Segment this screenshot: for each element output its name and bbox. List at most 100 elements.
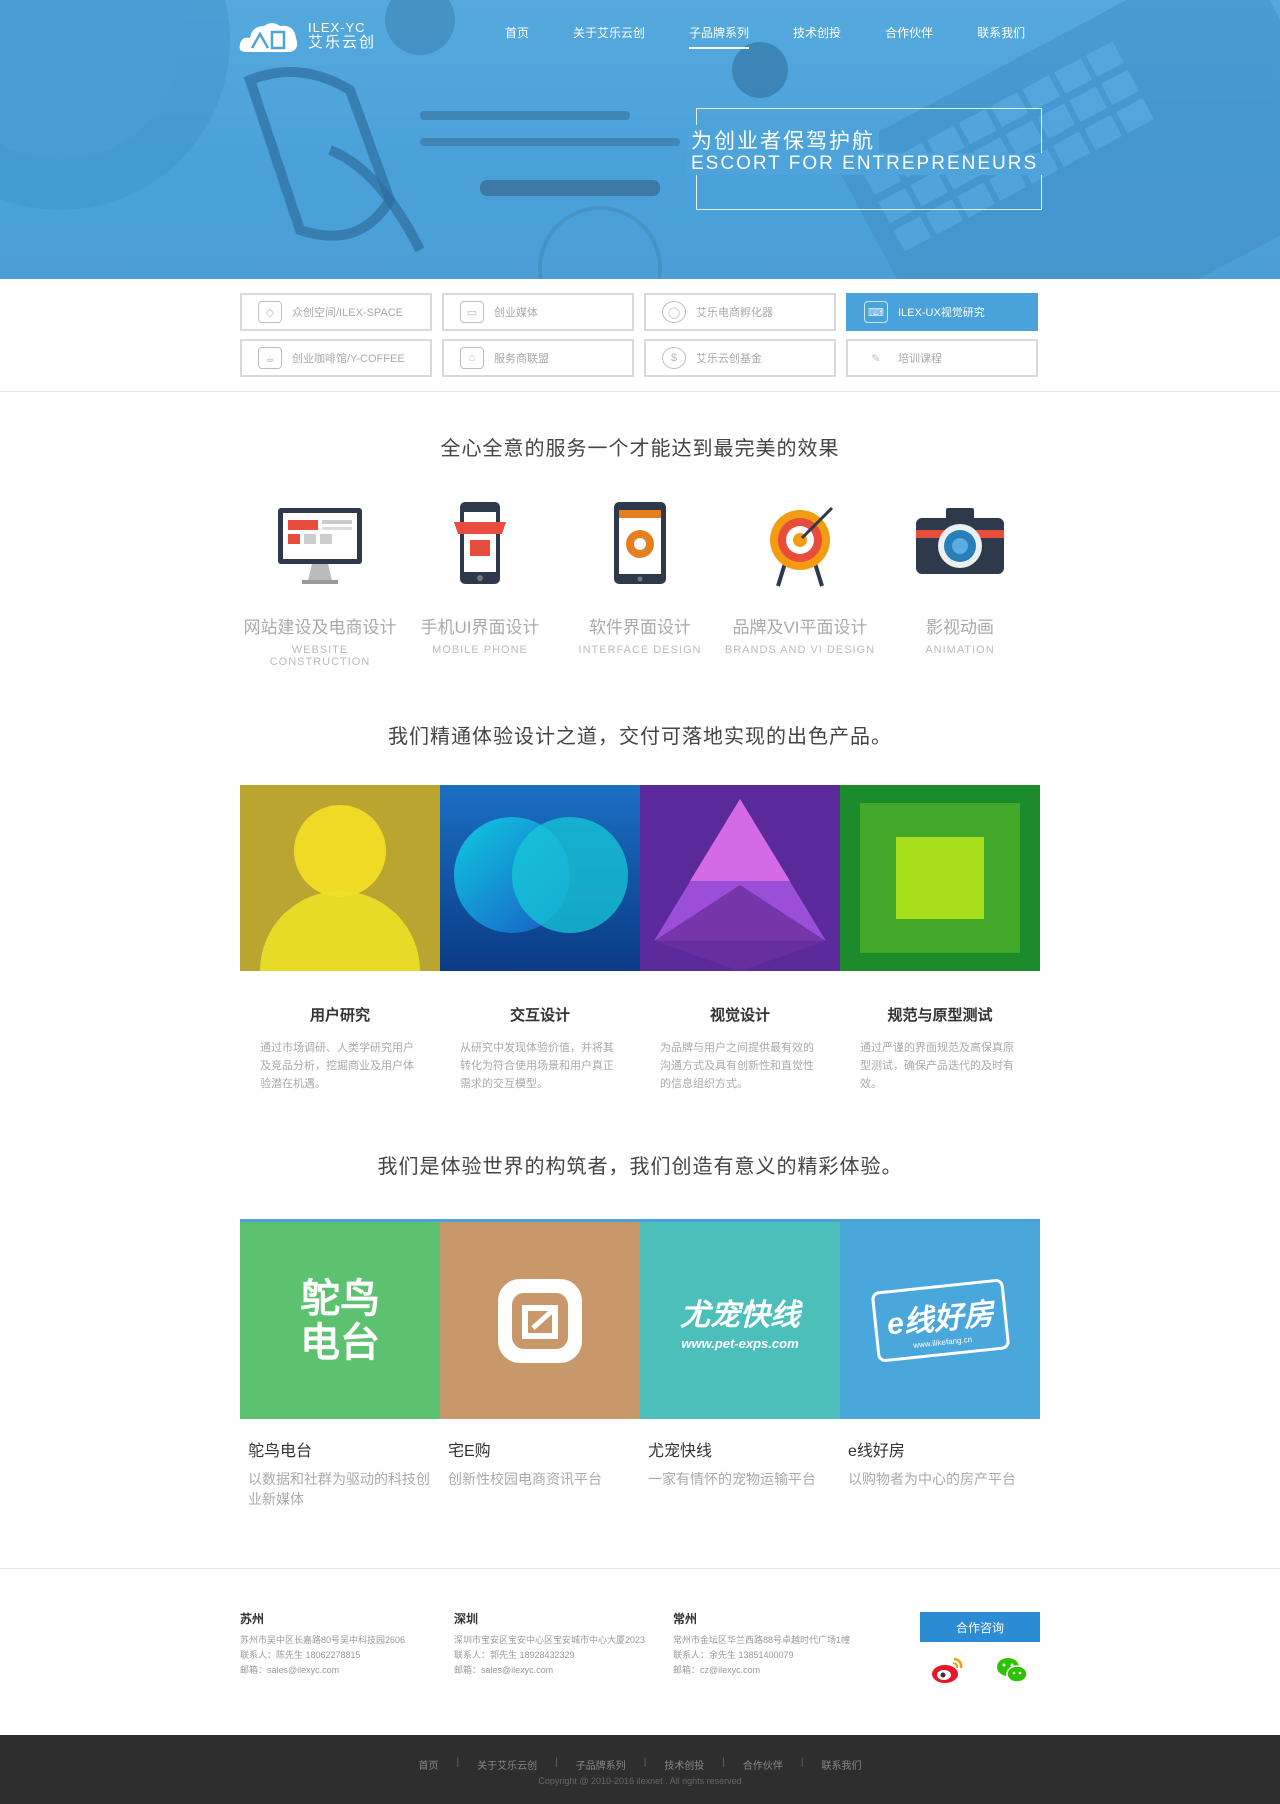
ux-card-prototype[interactable]: 规范与原型测试 通过严谨的界面规范及高保真原型测试，确保产品迭代的及时有效。	[840, 785, 1040, 1093]
category-label: 创业媒体	[494, 307, 538, 319]
footer-link-tech-invest[interactable]: 技术创投	[664, 1757, 704, 1772]
category-ilex-ux[interactable]: ⌨ ILEX-UX视觉研究	[846, 293, 1038, 331]
ux-card-title: 交互设计	[509, 1007, 570, 1024]
category-label: 艾乐云创基金	[696, 353, 762, 365]
footer-nav: 首页 | 关于艾乐云创 | 子品牌系列 | 技术创投 | 合作伙伴 | 联系我们	[0, 1757, 1280, 1772]
ux-card-user-research[interactable]: 用户研究 通过市场调研、人类学研究用户及竞品分析，挖掘商业及用户体验潜在机遇。	[240, 785, 440, 1093]
cube-icon: ◇	[258, 301, 282, 323]
copyright-text: Copyright @ 2010-2016 ilexnet . All righ…	[538, 1776, 742, 1786]
brand-name-en: ILEX-YC	[308, 19, 366, 35]
hero-slogan-cn: 为创业者保驾护航	[687, 125, 879, 155]
footer-link-home[interactable]: 首页	[418, 1757, 438, 1772]
contact-person: 联系人：余先生 13851400079	[673, 1650, 794, 1660]
section-divider	[0, 1568, 1280, 1569]
consult-button[interactable]: 合作咨询	[920, 1612, 1040, 1642]
contact-email: 邮箱：sales@ilexyc.com	[240, 1665, 340, 1675]
footer-link-sub-brands[interactable]: 子品牌系列	[576, 1757, 626, 1772]
logo-text-line: 尤宠快线	[680, 1299, 800, 1332]
service-mobile-ui[interactable]: 手机UI界面设计 MOBILE PHONE	[400, 500, 560, 668]
keyboard-icon: ⌨	[864, 301, 888, 323]
projects-title: 我们是体验世界的构筑者，我们创造有意义的精彩体验。	[377, 1156, 903, 1178]
nav-item-about[interactable]: 关于艾乐云创	[573, 24, 645, 49]
project-card-tuoniao[interactable]: 鸵鸟 电台 鸵鸟电台 以数据和社群为驱动的科技创业新媒体	[240, 1219, 440, 1509]
service-interface[interactable]: 软件界面设计 INTERFACE DESIGN	[560, 500, 720, 668]
contact-email: 邮箱：cz@ilexyc.com	[673, 1665, 761, 1675]
category-label: 艾乐电商孵化器	[696, 307, 773, 319]
service-brand-vi[interactable]: 品牌及VI平面设计 BRANDS AND VI DESIGN	[720, 500, 880, 668]
category-service-alliance[interactable]: ⌂ 服务商联盟	[442, 339, 634, 377]
ux-title: 我们精通体验设计之道，交付可落地实现的出色产品。	[388, 726, 892, 748]
category-label: 培训课程	[898, 353, 942, 365]
hero-slogan-box: 为创业者保驾护航 ESCORT FOR ENTREPRENEURS	[687, 108, 1043, 210]
gear-tablet-icon	[614, 502, 666, 584]
category-training[interactable]: ✎ 培训课程	[846, 339, 1038, 377]
category-ecommerce-incubator[interactable]: ◯ 艾乐电商孵化器	[644, 293, 836, 331]
category-label: 服务商联盟	[494, 353, 549, 365]
contact-address: 常州市金坛区华兰西路88号卓越时代广场1幢	[673, 1635, 851, 1645]
ux-card-desc: 通过严谨的界面规范及高保真原型测试，确保产品迭代的及时有效。	[860, 1042, 1014, 1090]
service-name-en: INTERFACE DESIGN	[578, 644, 702, 656]
footer-separator: |	[643, 1757, 647, 1768]
nav-item-sub-brands[interactable]: 子品牌系列	[689, 24, 750, 49]
project-card-zhaiegou[interactable]: 宅E购 创新性校园电商资讯平台	[440, 1219, 640, 1509]
wechat-icon[interactable]	[995, 1655, 1029, 1685]
dollar-icon: $	[662, 347, 686, 369]
contact-address: 苏州市吴中区长嘉路80号吴中科技园2606	[240, 1635, 406, 1645]
main-nav: 首页 关于艾乐云创 子品牌系列 技术创投 合作伙伴 联系我们	[505, 24, 1069, 49]
service-name-en: ANIMATION	[925, 644, 995, 656]
footer-bar: 首页 | 关于艾乐云创 | 子品牌系列 | 技术创投 | 合作伙伴 | 联系我们…	[0, 1735, 1280, 1804]
user-icon: ◯	[662, 301, 686, 323]
contact-shenzhen: 深圳 深圳市宝安区宝安中心区宝安城市中心大厦2023 联系人：郭先生 18928…	[454, 1612, 645, 1678]
contact-email: 邮箱：sales@ilexyc.com	[454, 1665, 554, 1675]
coffee-icon: ☕	[258, 347, 282, 369]
footer-link-about[interactable]: 关于艾乐云创	[477, 1757, 537, 1772]
project-card-youchong[interactable]: 尤宠快线 www.pet-exps.com 尤宠快线 一家有情怀的宠物运输平台	[640, 1219, 840, 1509]
nav-item-tech-invest[interactable]: 技术创投	[793, 24, 841, 49]
service-name: 品牌及VI平面设计	[732, 618, 868, 637]
service-name: 影视动画	[926, 618, 994, 637]
project-cards: 鸵鸟 电台 鸵鸟电台 以数据和社群为驱动的科技创业新媒体 宅E购 创新性校园电商…	[240, 1219, 1040, 1509]
contact-suzhou: 苏州 苏州市吴中区长嘉路80号吴中科技园2606 联系人：陈先生 1806227…	[240, 1612, 405, 1678]
services-list: 网站建设及电商设计 WEBSITE CONSTRUCTION 手机UI界面设计 …	[240, 500, 1040, 668]
project-logo-exianhaofang: e线好房 www.ilikefang.cn	[840, 1219, 1040, 1419]
footer-separator: |	[456, 1757, 460, 1768]
service-animation[interactable]: 影视动画 ANIMATION	[880, 500, 1040, 668]
service-name: 软件界面设计	[589, 618, 691, 637]
mobile-phone-icon	[454, 502, 506, 584]
ux-card-title: 规范与原型测试	[887, 1007, 993, 1024]
brand-name-cn: 艾乐云创	[308, 33, 377, 51]
service-name-en: MOBILE PHONE	[432, 644, 528, 656]
category-y-coffee[interactable]: ☕ 创业咖啡馆/Y-COFFEE	[240, 339, 432, 377]
target-icon	[770, 506, 834, 587]
nav-item-home[interactable]: 首页	[505, 24, 529, 49]
category-ilex-space[interactable]: ◇ 众创空间/ILEX-SPACE	[240, 293, 432, 331]
footer-link-contact[interactable]: 联系我们	[822, 1757, 862, 1772]
project-title: 尤宠快线	[648, 1443, 713, 1460]
project-logo-youchong: 尤宠快线 www.pet-exps.com	[640, 1219, 840, 1419]
ux-card-interaction[interactable]: 交互设计 从研究中发现体验价值，并将其转化为符合使用场景和用户真正需求的交互模型…	[440, 785, 640, 1093]
ux-card-visual[interactable]: 视觉设计 为品牌与用户之间提供最有效的沟通方式及具有创新性和直觉性的信息组织方式…	[640, 785, 840, 1093]
ux-card-title: 用户研究	[309, 1007, 370, 1024]
project-desc: 创新性校园电商资讯平台	[448, 1471, 602, 1487]
overlapping-circles-graphic	[440, 785, 640, 971]
hero-slogan-en: ESCORT FOR ENTREPRENEURS	[687, 153, 1043, 175]
ux-card-desc: 为品牌与用户之间提供最有效的沟通方式及具有创新性和直觉性的信息组织方式。	[660, 1042, 814, 1090]
store-icon: ⌂	[460, 347, 484, 369]
project-card-exianhaofang[interactable]: e线好房 www.ilikefang.cn e线好房 以购物者为中心的房产平台	[840, 1219, 1040, 1509]
service-website[interactable]: 网站建设及电商设计 WEBSITE CONSTRUCTION	[240, 500, 400, 668]
contact-person: 联系人：郭先生 18928432329	[454, 1650, 575, 1660]
footer-link-partners[interactable]: 合作伙伴	[743, 1757, 783, 1772]
category-media[interactable]: ▭ 创业媒体	[442, 293, 634, 331]
zhaiegou-logo-icon	[498, 1278, 582, 1363]
logo[interactable]: ILEX-YC 艾乐云创	[238, 16, 376, 56]
contact-city: 苏州	[240, 1612, 265, 1626]
service-name-en: BRANDS AND VI DESIGN	[724, 644, 876, 656]
hero-banner: ILEX-YC 艾乐云创 首页 关于艾乐云创 子品牌系列 技术创投 合作伙伴 联…	[0, 0, 1280, 279]
logo-cloud-icon	[239, 23, 298, 52]
nav-item-partners[interactable]: 合作伙伴	[885, 24, 933, 49]
category-fund[interactable]: $ 艾乐云创基金	[644, 339, 836, 377]
category-grid: ◇ 众创空间/ILEX-SPACE ▭ 创业媒体 ◯ 艾乐电商孵化器 ⌨ ILE…	[240, 293, 1040, 377]
nav-item-contact[interactable]: 联系我们	[977, 24, 1025, 49]
logo-text-line: www.pet-exps.com	[681, 1336, 799, 1351]
weibo-icon[interactable]	[930, 1655, 964, 1685]
